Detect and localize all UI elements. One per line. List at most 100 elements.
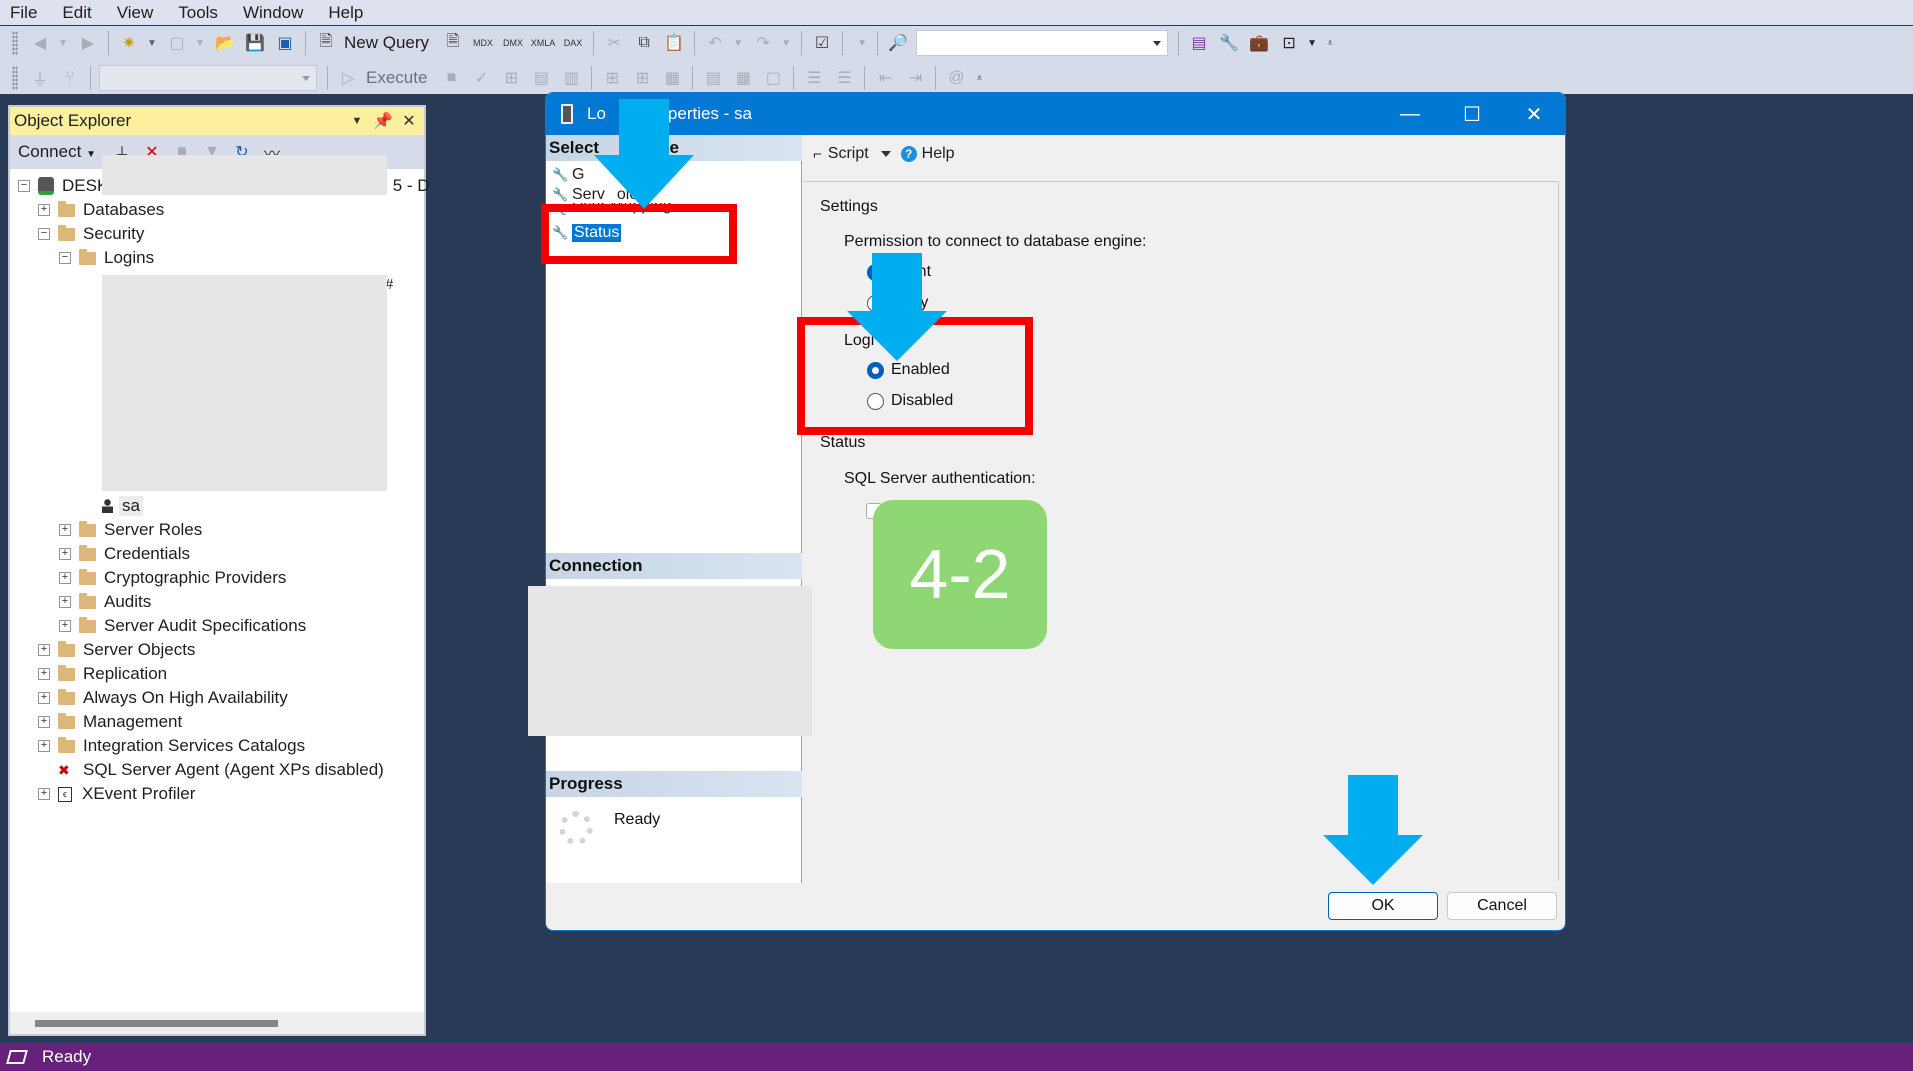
- menu-edit[interactable]: Edit: [62, 3, 91, 23]
- tree-node-sql-server-agent[interactable]: ✖ SQL Server Agent (Agent XPs disabled): [58, 759, 384, 781]
- expand-icon[interactable]: +: [59, 620, 71, 632]
- cut-icon[interactable]: ✂: [602, 31, 626, 55]
- tree-node-replication[interactable]: + Replication: [38, 663, 167, 685]
- tree-node-sa[interactable]: sa: [102, 495, 143, 517]
- back-icon[interactable]: ◀: [28, 31, 52, 55]
- expand-icon[interactable]: +: [59, 524, 71, 536]
- live-stats-icon[interactable]: ⊞: [630, 66, 654, 90]
- results-grid-icon[interactable]: ▦: [731, 66, 755, 90]
- new-project-icon[interactable]: ✷: [117, 31, 141, 55]
- menu-help[interactable]: Help: [328, 3, 363, 23]
- new-query-icon[interactable]: 🗎: [314, 31, 338, 55]
- wrench-icon[interactable]: 🔧: [1217, 31, 1241, 55]
- activity-monitor-icon[interactable]: ☑: [810, 31, 834, 55]
- script-dropdown-icon[interactable]: [880, 151, 891, 157]
- redo-icon[interactable]: ↷: [751, 31, 775, 55]
- pin-icon[interactable]: 📌: [372, 111, 394, 131]
- menu-window[interactable]: Window: [243, 3, 303, 23]
- menu-view[interactable]: View: [117, 3, 154, 23]
- display-plan-icon[interactable]: ⊞: [499, 66, 523, 90]
- toolbar-overflow-icon[interactable]: ⩡: [974, 66, 984, 90]
- forward-icon[interactable]: ▶: [76, 31, 100, 55]
- open-file-icon[interactable]: 📂: [213, 31, 237, 55]
- cancel-button[interactable]: Cancel: [1447, 892, 1557, 920]
- change-connection-icon[interactable]: ⑂: [58, 66, 82, 90]
- results-text-icon[interactable]: ▤: [701, 66, 725, 90]
- comment-icon[interactable]: ☰: [802, 66, 826, 90]
- find-combo[interactable]: [916, 30, 1169, 56]
- connect-dropdown-button[interactable]: Connect ▼: [18, 142, 96, 162]
- find-in-files-icon[interactable]: 🔎: [886, 31, 910, 55]
- script-icon[interactable]: ⌐: [813, 146, 822, 163]
- minimize-icon[interactable]: —: [1379, 103, 1441, 126]
- new-query-button[interactable]: New Query: [344, 33, 429, 53]
- visual-studio-icon[interactable]: ▤: [1187, 31, 1211, 55]
- tree-node-xevent-profiler[interactable]: + ϵ XEvent Profiler: [38, 783, 195, 805]
- tree-node-server-audit-specifications[interactable]: + Server Audit Specifications: [59, 615, 306, 637]
- tree-node-cryptographic-providers[interactable]: + Cryptographic Providers: [59, 567, 286, 589]
- maximize-icon[interactable]: ☐: [1441, 102, 1503, 127]
- specify-template-values-icon[interactable]: @: [944, 66, 968, 90]
- expand-icon[interactable]: +: [38, 668, 50, 680]
- tree-node-server-roles[interactable]: + Server Roles: [59, 519, 202, 541]
- execute-icon[interactable]: ▷: [336, 66, 360, 90]
- expand-icon[interactable]: +: [38, 692, 50, 704]
- ok-button[interactable]: OK: [1328, 892, 1438, 920]
- collapse-icon[interactable]: −: [38, 228, 50, 240]
- scrollbar-thumb[interactable]: [35, 1020, 278, 1027]
- stop-icon[interactable]: ■: [439, 66, 463, 90]
- intellisense-icon[interactable]: ▥: [559, 66, 583, 90]
- terminal-icon[interactable]: ⊡: [1277, 31, 1301, 55]
- paste-icon[interactable]: 📋: [662, 31, 686, 55]
- toolbar-grip[interactable]: [12, 66, 18, 90]
- tree-node-audits[interactable]: + Audits: [59, 591, 151, 613]
- help-icon[interactable]: ?: [900, 146, 917, 162]
- client-stats-icon[interactable]: ▦: [660, 66, 684, 90]
- expand-icon[interactable]: +: [38, 644, 50, 656]
- toolbox-icon[interactable]: 💼: [1247, 31, 1271, 55]
- undo-dropdown-icon[interactable]: ▼: [733, 31, 743, 55]
- script-button[interactable]: Script: [828, 145, 869, 163]
- collapse-icon[interactable]: −: [18, 180, 30, 192]
- tree-node-logins[interactable]: − Logins: [59, 247, 154, 269]
- database-engine-query-icon[interactable]: 🗎: [441, 31, 465, 55]
- window-position-dropdown-icon[interactable]: ▼: [346, 115, 368, 127]
- results-file-icon[interactable]: ▢: [761, 66, 785, 90]
- tree-node-always-on[interactable]: + Always On High Availability: [38, 687, 288, 709]
- expand-icon[interactable]: +: [59, 548, 71, 560]
- tree-node-integration-services[interactable]: + Integration Services Catalogs: [38, 735, 305, 757]
- tree-node-management[interactable]: + Management: [38, 711, 182, 733]
- save-all-icon[interactable]: ▣: [273, 31, 297, 55]
- page-general[interactable]: 🔧 G: [552, 165, 584, 185]
- solution-config-dropdown-icon[interactable]: ▼: [857, 31, 867, 55]
- close-icon[interactable]: ✕: [1503, 102, 1565, 127]
- collapse-icon[interactable]: −: [59, 252, 71, 264]
- new-project-dropdown-icon[interactable]: ▼: [147, 31, 157, 55]
- expand-icon[interactable]: +: [38, 740, 50, 752]
- database-combo[interactable]: [99, 65, 317, 91]
- tree-node-credentials[interactable]: + Credentials: [59, 543, 190, 565]
- copy-icon[interactable]: ⧉: [632, 31, 656, 55]
- expand-icon[interactable]: +: [38, 716, 50, 728]
- add-item-icon[interactable]: ▢: [165, 31, 189, 55]
- expand-icon[interactable]: +: [59, 596, 71, 608]
- redo-dropdown-icon[interactable]: ▼: [781, 31, 791, 55]
- undo-icon[interactable]: ↶: [703, 31, 727, 55]
- parse-icon[interactable]: ✓: [469, 66, 493, 90]
- terminal-dropdown-icon[interactable]: ▼: [1307, 31, 1317, 55]
- menu-file[interactable]: File: [10, 3, 37, 23]
- connect-icon[interactable]: ⏚: [28, 66, 52, 90]
- save-icon[interactable]: 💾: [243, 31, 267, 55]
- menu-tools[interactable]: Tools: [178, 3, 218, 23]
- query-options-icon[interactable]: ▤: [529, 66, 553, 90]
- horizontal-scrollbar[interactable]: [10, 1012, 424, 1034]
- toolbar-grip[interactable]: [12, 31, 18, 55]
- expand-icon[interactable]: +: [38, 204, 50, 216]
- tree-node-server-objects[interactable]: + Server Objects: [38, 639, 195, 661]
- execute-button[interactable]: Execute: [366, 68, 427, 88]
- add-item-dropdown-icon[interactable]: ▼: [195, 31, 205, 55]
- help-button[interactable]: Help: [922, 145, 955, 163]
- expand-icon[interactable]: +: [38, 788, 50, 800]
- toolbar-overflow-icon[interactable]: ⩡: [1325, 31, 1335, 55]
- decrease-indent-icon[interactable]: ⇤: [873, 66, 897, 90]
